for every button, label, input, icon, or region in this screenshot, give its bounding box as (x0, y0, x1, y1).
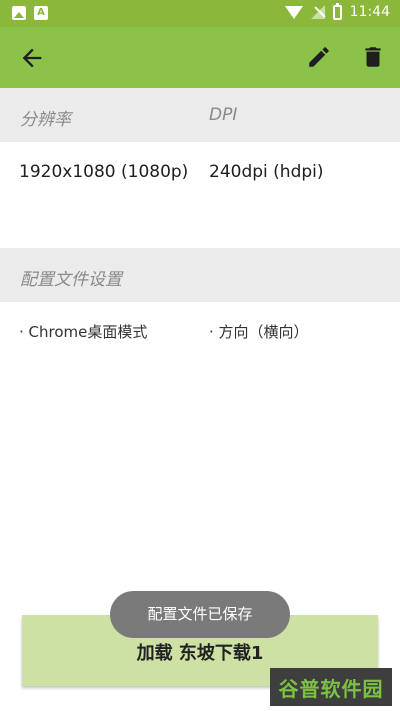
edit-pencil-icon[interactable] (306, 44, 332, 70)
dpi-label: DPI (209, 105, 238, 125)
status-bar: A 11:44 (0, 0, 400, 27)
load-profile-button-label: 加载 东坡下载1 (136, 643, 264, 664)
resolution-label: 分辨率 (20, 110, 71, 130)
no-signal-icon (310, 5, 325, 19)
profile-section-header: 配置文件设置 (0, 248, 400, 302)
option-orientation-landscape: · 方向（横向） (209, 323, 309, 341)
font-icon: A (34, 6, 48, 20)
profile-settings-label: 配置文件设置 (20, 270, 122, 290)
watermark-logo: 谷普软件园 (270, 668, 392, 706)
resolution-value: 1920x1080 (1080p) (19, 162, 189, 182)
image-icon (12, 6, 26, 20)
watermark-text: 谷普软件园 (278, 676, 384, 701)
display-section-header: 分辨率 DPI (0, 88, 400, 142)
toast-message: 配置文件已保存 (110, 591, 290, 638)
wifi-icon (284, 5, 303, 19)
delete-trash-icon[interactable] (360, 44, 386, 70)
back-arrow-icon[interactable] (18, 44, 46, 72)
status-right-icons: 11:44 (284, 2, 390, 20)
status-left-icons: A (12, 6, 48, 20)
battery-icon (332, 2, 342, 20)
app-bar (0, 27, 400, 88)
option-chrome-desktop-mode: · Chrome桌面模式 (19, 323, 148, 341)
status-time: 11:44 (349, 4, 390, 20)
dpi-value: 240dpi (hdpi) (209, 162, 324, 182)
